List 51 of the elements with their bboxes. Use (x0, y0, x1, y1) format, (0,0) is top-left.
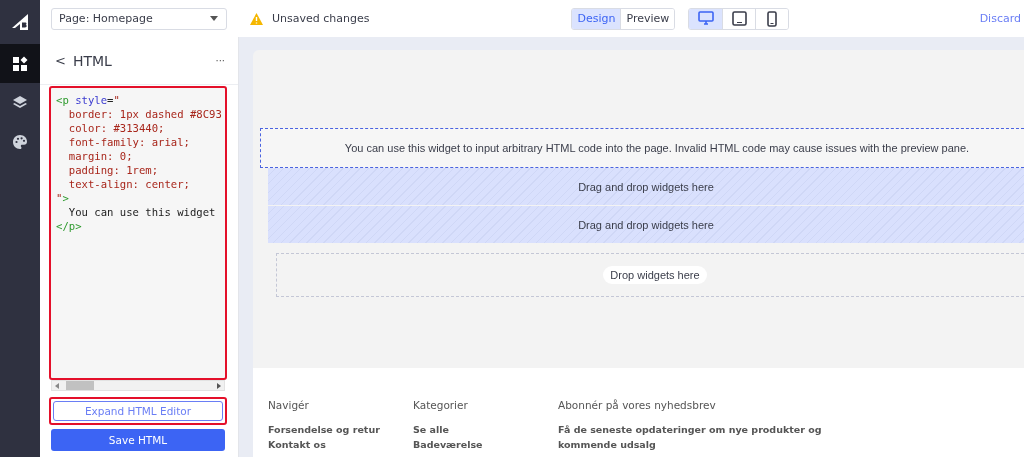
desktop-icon (697, 11, 714, 26)
code-line: You can use this widget (67, 205, 216, 220)
save-button[interactable]: Save HTML (51, 429, 225, 451)
device-button[interactable] (689, 8, 723, 29)
back-button[interactable]: < (55, 53, 66, 68)
code-line: text-align: center; (67, 177, 190, 192)
drop-zone[interactable]: Drag and drop widgets here (268, 206, 1024, 243)
mode-tab[interactable]: Preview (620, 8, 675, 29)
mode-switcher[interactable]: Design Preview (571, 7, 676, 30)
page-select[interactable]: Page: Homepage (51, 7, 227, 30)
expand-editor-button[interactable]: Expand HTML Editor (53, 401, 223, 421)
layers-icon (12, 94, 28, 111)
palette-icon (12, 133, 28, 150)
code-line: "> (56, 191, 69, 206)
discard-link[interactable]: Discard (979, 12, 1021, 25)
html-widget[interactable]: You can use this widget to input arbitrary HTML code into the page. Invalid HTML code may cause issues with the preview pane. (260, 128, 1024, 168)
footer-link[interactable]: Kontakt os (268, 437, 413, 452)
scroll-left-icon[interactable] (55, 382, 59, 389)
horizontal-scrollbar[interactable] (51, 380, 225, 391)
code-line: color: #313440; (67, 121, 165, 136)
logo-icon (11, 13, 29, 31)
footer-heading: Kategorier (413, 399, 469, 411)
sidebar-tab[interactable] (0, 44, 40, 83)
code-editor[interactable]: <p style=" border: 1px dashed #8C93 color: #313440; font-family: arial; margin: 0; padding: 1rem; text-align: center; "> You can use this widget </p> (49, 86, 227, 380)
code-line: padding: 1rem; (67, 163, 159, 178)
phone-icon (767, 10, 778, 27)
code-line: <p style=" (56, 94, 120, 108)
scroll-right-icon[interactable] (217, 382, 221, 389)
code-line: font-family: arial; (67, 135, 190, 150)
drop-zone[interactable]: Drag and drop widgets here (268, 168, 1024, 205)
footer-link[interactable]: Forsendelse og retur (268, 422, 413, 437)
footer-heading: Abonnér på vores nyhedsbrev (558, 399, 717, 411)
panel-title: HTML (72, 52, 112, 69)
code-line: margin: 0; (67, 149, 133, 164)
code-line: </p> (56, 219, 82, 234)
warning-icon (250, 12, 263, 25)
mode-tab[interactable]: Design (572, 8, 621, 29)
caret-icon (210, 16, 218, 21)
code-line: border: 1px dashed #8C93 (67, 107, 222, 122)
footer-heading: Navigér (268, 399, 310, 411)
footer-link[interactable]: Badeværelse (413, 437, 558, 452)
unsaved-status: Unsaved changes (272, 12, 370, 25)
more-button[interactable]: ··· (215, 55, 225, 66)
footer-link[interactable]: Få de seneste opdateringer om nye produkter og kommende udsalg (558, 422, 848, 452)
drop-zone[interactable]: Drop widgets here (603, 266, 707, 284)
tablet-icon (731, 11, 747, 26)
widgets-icon (12, 55, 28, 72)
footer-link[interactable]: Se alle (413, 422, 558, 437)
device-switcher[interactable] (688, 7, 790, 30)
scrollbar-thumb[interactable] (66, 381, 94, 390)
device-button[interactable] (755, 8, 789, 29)
